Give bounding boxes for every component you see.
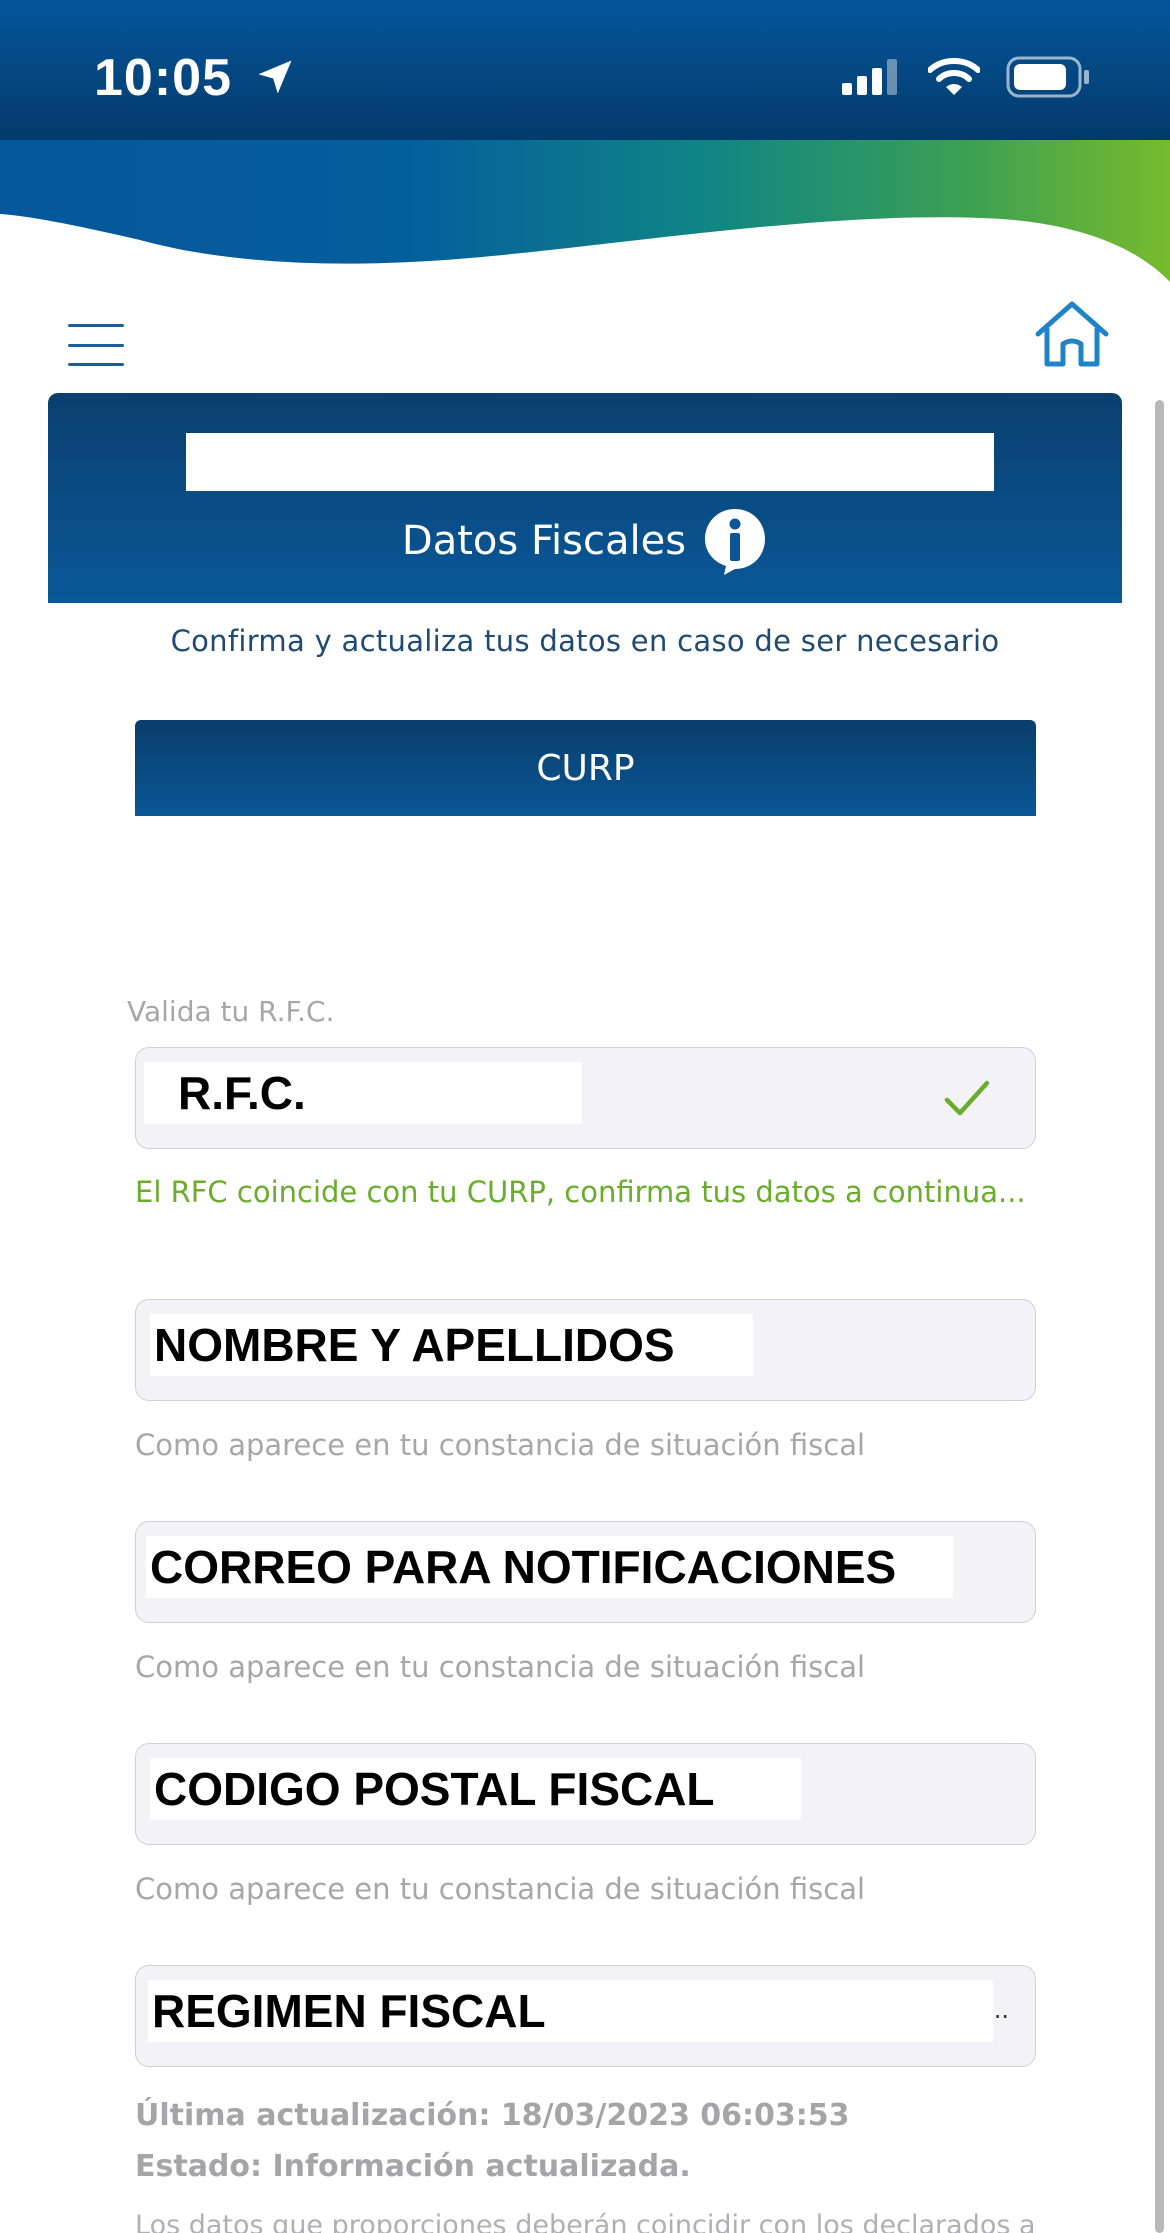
zip-code-help-text: Como aparece en tu constancia de situaci… — [135, 1872, 866, 1906]
status-time-text: 10:05 — [94, 49, 232, 107]
hamburger-menu-icon — [68, 324, 124, 327]
scrollbar[interactable] — [1155, 400, 1164, 2233]
email-value-text: CORREO PARA NOTIFICACIONES — [150, 1541, 897, 1593]
cellular-signal-icon — [842, 59, 897, 95]
hamburger-menu-button[interactable] — [68, 324, 124, 366]
tax-regime-value-text: REGIMEN FISCAL — [152, 1985, 546, 2037]
hamburger-menu-icon-line — [68, 343, 124, 347]
app-screen: 10:05 Datos Fiscales Confirma y actualiz… — [0, 0, 1170, 2233]
zip-code-field[interactable]: CODIGO POSTAL FISCAL — [135, 1743, 1036, 1845]
email-value: CORREO PARA NOTIFICACIONES — [146, 1536, 953, 1598]
rfc-value-text: R.F.C. — [178, 1067, 306, 1119]
location-arrow-icon — [258, 60, 292, 94]
name-value-text: NOMBRE Y APELLIDOS — [154, 1319, 675, 1371]
home-button[interactable] — [1032, 300, 1112, 370]
hamburger-menu-icon-line — [68, 363, 124, 366]
page-title: Datos Fiscales — [401, 518, 687, 564]
title-card: Datos Fiscales — [48, 393, 1122, 603]
status-text: Estado: Información actualizada. — [135, 2149, 691, 2184]
page-subtitle: Confirma y actualiza tus datos en caso d… — [170, 624, 1000, 658]
rfc-success-message: El RFC coincide con tu CURP, confirma tu… — [135, 1175, 1026, 1209]
wifi-icon — [928, 58, 980, 95]
zip-code-value-text: CODIGO POSTAL FISCAL — [154, 1763, 715, 1815]
curp-button[interactable]: CURP — [135, 720, 1036, 816]
battery-icon — [1006, 56, 1089, 98]
status-icons — [842, 56, 1090, 98]
info-icon[interactable] — [702, 506, 768, 576]
email-field[interactable]: CORREO PARA NOTIFICACIONES — [135, 1521, 1036, 1623]
tax-regime-value: REGIMEN FISCAL — [148, 1980, 993, 2042]
disclaimer-text: Los datos que proporciones deberán coinc… — [135, 2210, 1036, 2233]
name-help-text: Como aparece en tu constancia de situaci… — [135, 1428, 866, 1462]
home-icon — [1035, 301, 1109, 367]
title-row: Datos Fiscales — [48, 506, 1122, 576]
tax-regime-field[interactable]: REGIMEN FISCAL .. — [135, 1965, 1036, 2067]
checkmark-icon — [944, 1080, 990, 1116]
name-field[interactable]: NOMBRE Y APELLIDOS — [135, 1299, 1036, 1401]
header-wave — [0, 140, 1170, 282]
last-update-text: Última actualización: 18/03/2023 06:03:5… — [135, 2098, 850, 2133]
rfc-value: R.F.C. — [144, 1062, 582, 1124]
email-help-text: Como aparece en tu constancia de situaci… — [135, 1650, 866, 1684]
status-time: 10:05 — [94, 48, 297, 108]
rfc-field[interactable]: R.F.C. — [135, 1047, 1036, 1149]
rfc-label: Valida tu R.F.C. — [127, 995, 335, 1028]
zip-code-value: CODIGO POSTAL FISCAL — [150, 1758, 801, 1820]
tax-regime-ellipsis: .. — [993, 1996, 1009, 2024]
status-bar: 10:05 — [0, 0, 1170, 142]
user-name-redaction — [186, 433, 994, 491]
name-value: NOMBRE Y APELLIDOS — [150, 1314, 753, 1376]
